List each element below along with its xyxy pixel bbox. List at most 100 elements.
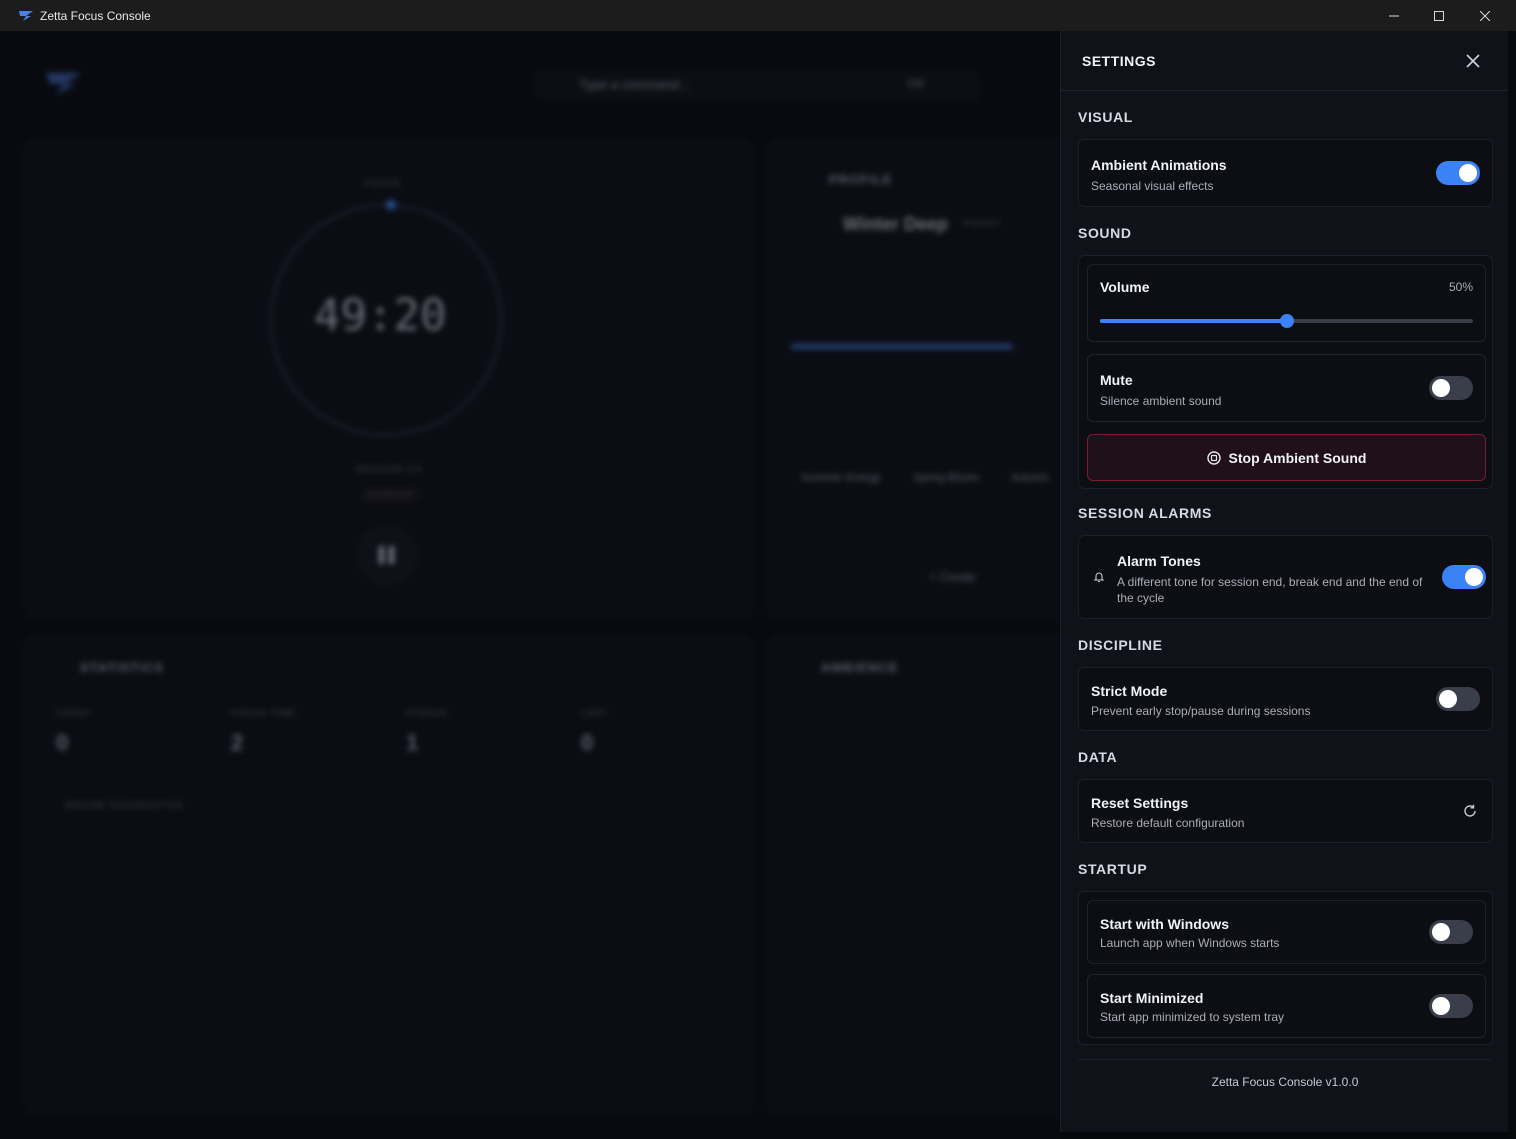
start-with-windows-subtitle: Launch app when Windows starts	[1100, 936, 1280, 950]
ambient-animations-toggle[interactable]	[1436, 161, 1480, 185]
command-bar[interactable]: Type a command... Ctrl	[535, 70, 980, 100]
mute-title: Mute	[1100, 372, 1133, 388]
volume-value: 50%	[1448, 280, 1473, 294]
mute-toggle[interactable]	[1429, 376, 1473, 400]
window-title: Zetta Focus Console	[40, 8, 151, 23]
minimize-button[interactable]	[1371, 0, 1417, 31]
quick-switch-1[interactable]: Spring Bloom	[913, 472, 979, 484]
alarm-tones-title: Alarm Tones	[1117, 553, 1201, 569]
title-bar: Zetta Focus Console	[0, 0, 1516, 31]
strict-mode-subtitle: Prevent early stop/pause during sessions	[1091, 704, 1311, 718]
strict-mode-row: Strict Mode Prevent early stop/pause dur…	[1078, 667, 1493, 731]
ambient-animations-title: Ambient Animations	[1091, 157, 1227, 173]
ambient-animations-subtitle: Seasonal visual effects	[1091, 179, 1214, 193]
focus-label: FOCUS	[364, 178, 401, 188]
stats-row: TODAY 0 FOCUS TIME 2 STREAK 1 LAST 0	[44, 696, 734, 766]
command-placeholder: Type a command...	[579, 77, 690, 92]
section-sound: SOUND	[1078, 225, 1132, 241]
pause-button[interactable]	[356, 524, 418, 586]
refresh-icon[interactable]	[1463, 804, 1477, 818]
volume-slider[interactable]	[1100, 314, 1473, 328]
section-discipline: DISCIPLINE	[1078, 637, 1163, 653]
app-logo-icon	[46, 73, 82, 95]
stat-value: 2	[231, 730, 244, 755]
maximize-button[interactable]	[1416, 0, 1462, 31]
stop-ambient-sound-button[interactable]: Stop Ambient Sound	[1087, 434, 1486, 481]
session-label: SESSION 1/3	[356, 464, 423, 474]
stat-label: STREAK	[406, 708, 449, 718]
reset-settings-subtitle: Restore default configuration	[1091, 816, 1245, 830]
stop-ambient-sound-label: Stop Ambient Sound	[1228, 449, 1367, 466]
panel-scrollbar[interactable]	[1508, 31, 1516, 1139]
section-visual: VISUAL	[1078, 109, 1133, 125]
toggle-knob	[1459, 164, 1477, 182]
toggle-knob	[1439, 690, 1457, 708]
create-button[interactable]: + Create	[929, 570, 975, 584]
version-footer: Zetta Focus Console v1.0.0	[1211, 1075, 1359, 1089]
alarm-tones-subtitle: A different tone for session end, break …	[1117, 575, 1423, 605]
app-logo-icon	[19, 10, 33, 21]
stat-focus-time: FOCUS TIME 2	[219, 696, 379, 766]
ambience-title: AMBIENCE	[821, 660, 899, 675]
strict-mode-title: Strict Mode	[1091, 683, 1168, 699]
stat-label: FOCUS TIME	[231, 708, 297, 718]
ambient-animations-row: Ambient Animations Seasonal visual effec…	[1078, 139, 1493, 207]
motion-intensity-bar	[791, 344, 1013, 349]
toggle-knob	[1432, 379, 1450, 397]
command-shortcut: Ctrl	[907, 78, 925, 90]
close-window-icon	[1480, 10, 1490, 21]
settings-title: SETTINGS	[1082, 53, 1157, 69]
diagnostics-title: ENGINE DIAGNOSTICS	[66, 800, 184, 810]
mute-row: Mute Silence ambient sound	[1087, 354, 1486, 422]
stat-last: LAST 0	[569, 696, 729, 766]
minimize-icon	[1389, 15, 1399, 16]
volume-slider-fill	[1100, 319, 1287, 323]
section-session-alarms: SESSION ALARMS	[1078, 505, 1212, 521]
stat-value: 0	[581, 730, 594, 755]
preset-badge: PRESET	[963, 219, 1002, 228]
footer-divider	[1078, 1059, 1491, 1060]
section-startup: STARTUP	[1078, 861, 1148, 877]
profile-title: PROFILE	[829, 172, 893, 187]
profile-name: Winter Deep	[843, 214, 948, 234]
ambience-card: AMBIENCE	[768, 635, 1060, 1115]
close-window-button[interactable]	[1462, 0, 1508, 31]
settings-header: SETTINGS	[1061, 31, 1509, 91]
quick-switch-0[interactable]: Summer Energy	[801, 472, 880, 484]
start-with-windows-toggle[interactable]	[1429, 920, 1473, 944]
quick-switch-2[interactable]: Autumn	[1011, 472, 1049, 484]
start-minimized-toggle[interactable]	[1429, 994, 1473, 1018]
mute-subtitle: Silence ambient sound	[1100, 394, 1222, 408]
maximize-icon	[1434, 10, 1444, 21]
start-minimized-subtitle: Start app minimized to system tray	[1100, 1010, 1285, 1024]
statistics-card: STATISTICS TODAY 0 FOCUS TIME 2 STREAK 1…	[25, 635, 752, 1115]
start-with-windows-row: Start with Windows Launch app when Windo…	[1087, 900, 1486, 964]
stop-circle-icon	[1206, 450, 1221, 465]
start-with-windows-title: Start with Windows	[1100, 916, 1229, 932]
volume-row: Volume 50%	[1087, 264, 1486, 342]
reset-settings-row[interactable]: Reset Settings Restore default configura…	[1078, 779, 1493, 843]
stat-today: TODAY 0	[44, 696, 204, 766]
reset-settings-title: Reset Settings	[1091, 795, 1189, 811]
stat-value: 1	[406, 730, 419, 755]
alarm-tones-row: Alarm Tones A different tone for session…	[1078, 535, 1493, 619]
stat-streak: STREAK 1	[394, 696, 554, 766]
close-icon	[1466, 54, 1480, 68]
close-settings-button[interactable]	[1466, 54, 1480, 68]
alarm-tones-toggle[interactable]	[1442, 565, 1486, 589]
stat-value: 0	[56, 730, 69, 755]
volume-slider-thumb[interactable]	[1279, 314, 1294, 328]
app-background: Type a command... Ctrl FOCUS 49:20 SESSI…	[0, 31, 1060, 1139]
sound-card: Volume 50% Mute Silence ambient sound St…	[1078, 255, 1493, 489]
strict-mode-toggle[interactable]	[1436, 687, 1480, 711]
stat-label: LAST	[581, 708, 608, 718]
stat-label: TODAY	[56, 708, 92, 718]
start-minimized-title: Start Minimized	[1100, 990, 1204, 1006]
bell-icon	[1093, 572, 1105, 583]
pause-icon	[379, 546, 394, 564]
toggle-knob	[1465, 568, 1483, 586]
toggle-knob	[1432, 997, 1450, 1015]
statistics-title: STATISTICS	[80, 660, 164, 675]
timer-display: 49:20	[314, 290, 447, 341]
focus-card: FOCUS 49:20 SESSION 1/3 OVERRIDE	[25, 139, 752, 619]
